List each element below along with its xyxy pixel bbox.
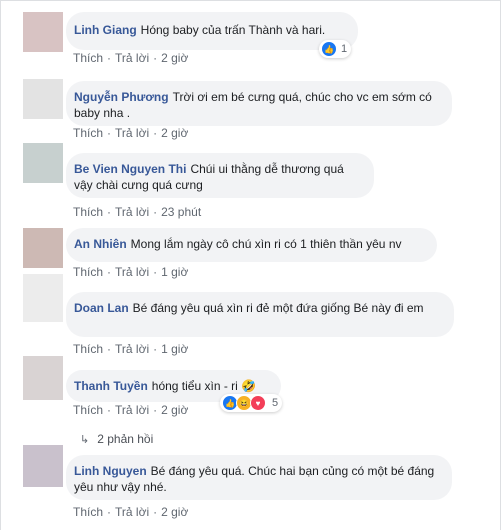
comment-actions: Thích · Trả lời · 1 giờ xyxy=(73,265,189,279)
reaction-summary[interactable]: 👍 😆 ♥ 5 xyxy=(220,394,283,412)
avatar[interactable] xyxy=(23,12,63,52)
comment-actions: Thích · Trả lời · 2 giờ xyxy=(73,51,189,65)
timestamp[interactable]: 1 giờ xyxy=(161,265,188,279)
timestamp[interactable]: 2 giờ xyxy=(161,51,188,65)
like-link[interactable]: Thích xyxy=(73,403,103,417)
avatar[interactable] xyxy=(23,143,63,183)
avatar[interactable] xyxy=(23,228,63,268)
comment-actions: Thích · Trả lời · 1 giờ xyxy=(73,342,189,356)
comment-author[interactable]: Linh Nguyen xyxy=(74,464,147,478)
reply-arrow-icon: ↳ xyxy=(80,433,90,446)
comment-bubble: Doan Lan Bé đáng yêu quá xìn ri đẻ một đứ… xyxy=(66,292,454,337)
comment-bubble: An Nhiên Mong lắm ngày cô chú xìn ri có 1… xyxy=(66,228,437,262)
reply-link[interactable]: Trả lời xyxy=(115,205,149,219)
like-reaction-icon: 👍 xyxy=(321,41,337,57)
comment-text: Bé đáng yêu quá xìn ri đẻ một đứa giống … xyxy=(132,301,424,315)
timestamp[interactable]: 1 giờ xyxy=(161,342,188,356)
avatar[interactable] xyxy=(23,356,63,400)
view-replies-link[interactable]: ↳ 2 phản hồi xyxy=(80,432,153,446)
comment-text: Hóng baby của trấn Thành và hari. xyxy=(140,23,326,37)
comment-author[interactable]: Linh Giang xyxy=(74,23,137,37)
timestamp[interactable]: 2 giờ xyxy=(161,126,188,140)
reaction-summary[interactable]: 👍 1 xyxy=(319,40,352,58)
timestamp[interactable]: 2 giờ xyxy=(161,505,188,519)
comment-actions: Thích · Trả lời · 2 giờ xyxy=(73,403,189,417)
comment-bubble: Linh Nguyen Bé đáng yêu quá. Chúc hai bạn… xyxy=(66,455,452,500)
avatar[interactable] xyxy=(23,79,63,119)
love-reaction-icon: ♥ xyxy=(250,395,266,411)
avatar[interactable] xyxy=(23,445,63,487)
replies-count[interactable]: 2 phản hồi xyxy=(97,432,153,446)
like-link[interactable]: Thích xyxy=(73,51,103,65)
comment-author[interactable]: Doan Lan xyxy=(74,301,129,315)
reaction-count: 1 xyxy=(341,43,348,55)
reaction-count: 5 xyxy=(272,397,279,409)
comment-actions: Thích · Trả lời · 2 giờ xyxy=(73,505,189,519)
comment-bubble: Nguyễn Phương Trời ơi em bé cưng quá, chú… xyxy=(66,81,452,126)
reply-link[interactable]: Trả lời xyxy=(115,51,149,65)
reply-link[interactable]: Trả lời xyxy=(115,126,149,140)
like-link[interactable]: Thích xyxy=(73,205,103,219)
comment-text: Mong lắm ngày cô chú xìn ri có 1 thiên t… xyxy=(130,237,402,251)
like-link[interactable]: Thích xyxy=(73,505,103,519)
comment-text: hóng tiểu xìn - ri 🤣 xyxy=(151,379,257,393)
comment-author[interactable]: Thanh Tuyền xyxy=(74,379,148,393)
like-link[interactable]: Thích xyxy=(73,342,103,356)
comment-actions: Thích · Trả lời · 2 giờ xyxy=(73,126,189,140)
avatar[interactable] xyxy=(23,274,63,322)
reply-link[interactable]: Trả lời xyxy=(115,342,149,356)
reply-link[interactable]: Trả lời xyxy=(115,505,149,519)
comment-author[interactable]: Be Vien Nguyen Thi xyxy=(74,162,186,176)
comment-author[interactable]: Nguyễn Phương xyxy=(74,90,169,104)
comment-author[interactable]: An Nhiên xyxy=(74,237,127,251)
comment-bubble: Be Vien Nguyen Thi Chúi ui thằng dễ thươn… xyxy=(66,153,374,198)
timestamp[interactable]: 23 phút xyxy=(161,205,201,219)
timestamp[interactable]: 2 giờ xyxy=(161,403,188,417)
reply-link[interactable]: Trả lời xyxy=(115,403,149,417)
comment-bubble: Linh Giang Hóng baby của trấn Thành và ha… xyxy=(66,12,358,50)
like-link[interactable]: Thích xyxy=(73,265,103,279)
comment-actions: Thích · Trả lời · 23 phút xyxy=(73,205,202,219)
reply-link[interactable]: Trả lời xyxy=(115,265,149,279)
like-link[interactable]: Thích xyxy=(73,126,103,140)
